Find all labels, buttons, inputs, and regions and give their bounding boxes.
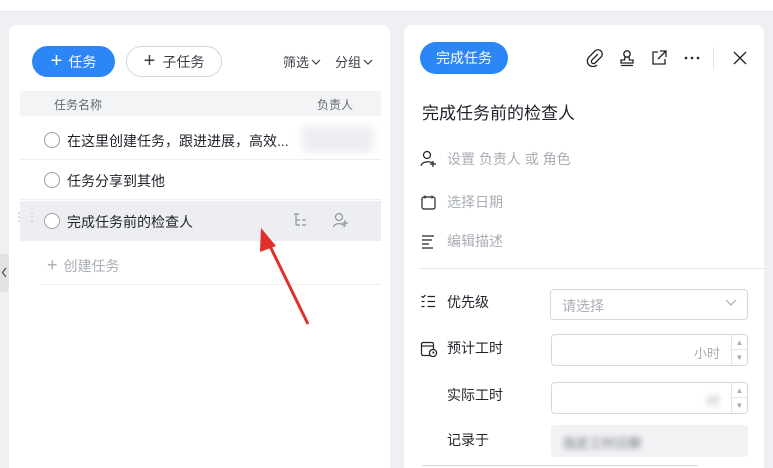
estimate-hours-input[interactable]: 小时 ▲ ▼ xyxy=(551,334,748,366)
create-task-row[interactable]: + 创建任务 xyxy=(40,247,381,285)
task-detail-panel: 完成任务 完成任务前的检查人 设置 负责人 或 角色 选择日期 编辑描述 优先级… xyxy=(404,25,764,468)
estimate-unit: 小时 xyxy=(693,346,720,361)
attachment-icon[interactable] xyxy=(586,49,604,67)
recorded-date-value: 指定工时日期 xyxy=(563,436,642,451)
priority-label: 优先级 xyxy=(447,294,489,310)
or-text: 或 xyxy=(524,151,539,167)
filter-label: 筛选 xyxy=(283,55,310,70)
add-assignee-icon[interactable] xyxy=(332,211,350,229)
date-field[interactable]: 选择日期 xyxy=(420,192,503,212)
date-placeholder: 选择日期 xyxy=(447,194,503,210)
increment-icon[interactable]: ▲ xyxy=(732,335,747,350)
table-row-selected[interactable]: ⋮⋮ 完成任务前的检查人 xyxy=(13,201,381,241)
close-icon[interactable] xyxy=(731,49,749,67)
column-assignee: 负责人 xyxy=(317,98,354,112)
assignee-field[interactable]: 设置 负责人 或 角色 xyxy=(420,149,571,169)
add-task-button[interactable]: + 任务 xyxy=(32,46,115,77)
task-name: 在这里创建任务，跟进进展，高效... xyxy=(67,133,289,149)
header-divider xyxy=(713,47,714,69)
task-name: 任务分享到其他 xyxy=(67,173,165,189)
actual-unit: 时 xyxy=(706,394,720,409)
section-divider xyxy=(420,268,764,269)
set-text: 设置 xyxy=(447,151,475,167)
clock-schedule-icon xyxy=(420,341,438,358)
filter-dropdown[interactable]: 筛选 xyxy=(283,52,321,71)
assignee-link[interactable]: 负责人 xyxy=(479,151,521,167)
complete-task-button[interactable]: 完成任务 xyxy=(420,42,508,74)
create-task-label: 创建任务 xyxy=(63,257,120,274)
add-user-icon xyxy=(420,150,436,167)
priority-placeholder: 请选择 xyxy=(562,298,604,314)
estimate-label: 预计工时 xyxy=(447,340,503,356)
description-icon xyxy=(422,234,434,249)
assignee-avatar xyxy=(302,126,374,152)
group-dropdown[interactable]: 分组 xyxy=(335,52,373,71)
decrement-icon[interactable]: ▼ xyxy=(732,350,747,365)
sidebar-collapse-toggle[interactable] xyxy=(0,254,9,292)
increment-icon[interactable]: ▲ xyxy=(732,383,747,398)
calendar-icon xyxy=(421,195,436,210)
top-strip xyxy=(0,0,773,12)
description-placeholder: 编辑描述 xyxy=(447,233,503,249)
description-field[interactable]: 编辑描述 xyxy=(420,231,503,251)
decrement-icon[interactable]: ▼ xyxy=(732,398,747,413)
plus-icon: + xyxy=(50,49,63,72)
drag-handle-icon[interactable]: ⋮⋮ xyxy=(13,211,38,229)
priority-icon xyxy=(421,294,435,308)
estimate-stepper[interactable]: ▲ ▼ xyxy=(731,335,747,365)
actual-stepper[interactable]: ▲ ▼ xyxy=(731,383,747,413)
task-name: 完成任务前的检查人 xyxy=(67,214,193,230)
add-subtask-button[interactable]: + 子任务 xyxy=(126,46,222,77)
recorded-label: 记录于 xyxy=(447,432,489,448)
stamp-icon[interactable] xyxy=(618,49,636,67)
bottom-divider xyxy=(422,465,698,466)
plus-icon: + xyxy=(47,255,58,275)
chevron-down-icon xyxy=(311,59,321,65)
complete-checkbox[interactable] xyxy=(44,172,60,188)
column-task-name: 任务名称 xyxy=(54,98,103,112)
more-icon[interactable] xyxy=(683,49,701,67)
chevron-down-icon xyxy=(725,299,737,306)
table-row[interactable]: 在这里创建任务，跟进进展，高效... xyxy=(20,120,381,160)
complete-checkbox[interactable] xyxy=(44,132,60,148)
task-title[interactable]: 完成任务前的检查人 xyxy=(422,99,575,124)
task-list-panel: + 任务 + 子任务 筛选 分组 任务名称 负责人 在这里创建任务，跟进进展，高… xyxy=(9,25,390,468)
chevron-down-icon xyxy=(363,59,373,65)
add-task-label: 任务 xyxy=(68,53,97,70)
annotation-arrow xyxy=(260,228,310,325)
group-label: 分组 xyxy=(335,55,362,70)
chevron-left-icon xyxy=(1,267,7,278)
add-subtask-label: 子任务 xyxy=(162,53,205,70)
priority-select[interactable]: 请选择 xyxy=(550,289,748,320)
complete-checkbox[interactable] xyxy=(44,213,60,229)
role-link[interactable]: 角色 xyxy=(543,151,571,167)
actual-hours-input[interactable]: 时 ▲ ▼ xyxy=(551,382,748,414)
plus-icon: + xyxy=(143,49,156,72)
actual-label: 实际工时 xyxy=(447,387,503,403)
recorded-date-picker[interactable]: 指定工时日期 xyxy=(551,425,748,457)
table-row[interactable]: 任务分享到其他 xyxy=(20,160,381,200)
table-header: 任务名称 负责人 xyxy=(20,91,381,116)
open-external-icon[interactable] xyxy=(650,49,668,67)
